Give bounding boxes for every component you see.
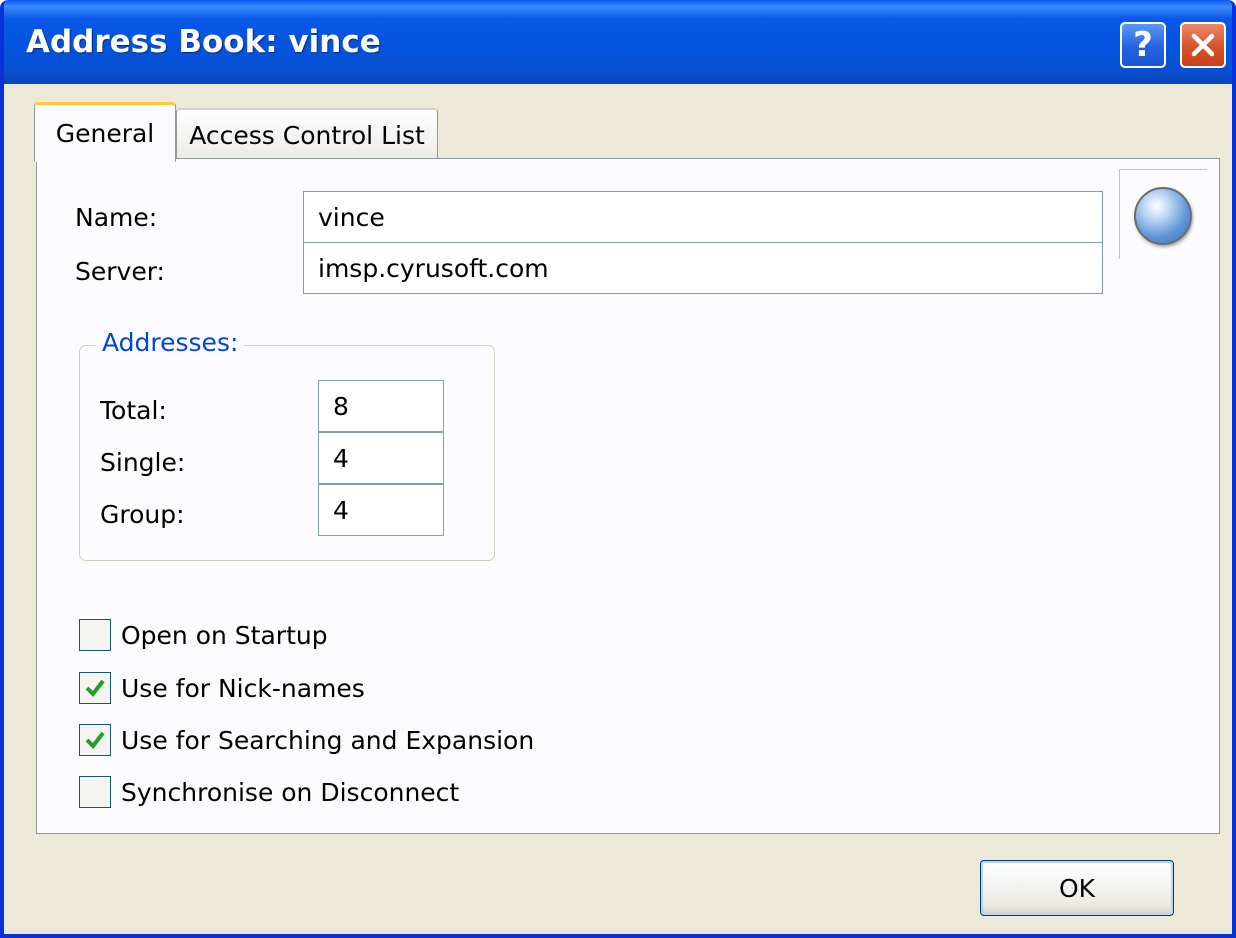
tab-access-control-list[interactable]: Access Control List xyxy=(176,108,438,160)
addresses-group: Addresses: Total: 8 Single: 4 Group: 4 xyxy=(79,328,495,561)
open-on-startup-label: Open on Startup xyxy=(121,620,328,650)
close-icon xyxy=(1191,33,1215,57)
single-count-value: 4 xyxy=(333,443,349,473)
open-on-startup-checkbox[interactable] xyxy=(79,619,111,651)
synchronise-on-disconnect-label: Synchronise on Disconnect xyxy=(121,777,460,807)
help-button[interactable]: ? xyxy=(1120,22,1166,68)
name-label: Name: xyxy=(75,203,158,232)
total-count-field: 8 xyxy=(318,380,444,432)
address-book-dialog: Address Book: vince ? General Access Con… xyxy=(0,0,1236,938)
checkmark-icon xyxy=(85,679,105,698)
general-tab-panel: Name: vince Server: imsp.cyrusoft.com Ad… xyxy=(36,158,1220,834)
use-for-searching-option[interactable]: Use for Searching and Expansion xyxy=(79,724,534,756)
tab-general[interactable]: General xyxy=(34,102,176,162)
ok-button-label: OK xyxy=(1058,873,1096,903)
checkmark-icon xyxy=(85,731,105,750)
use-for-nicknames-checkbox[interactable] xyxy=(79,672,111,704)
use-for-nicknames-option[interactable]: Use for Nick-names xyxy=(79,672,365,704)
use-for-nicknames-label: Use for Nick-names xyxy=(121,673,365,703)
window-title: Address Book: vince xyxy=(26,24,381,60)
use-for-searching-label: Use for Searching and Expansion xyxy=(121,725,535,755)
group-count-field: 4 xyxy=(318,484,444,536)
tab-access-control-list-label: Access Control List xyxy=(189,120,425,150)
use-for-searching-checkbox[interactable] xyxy=(79,724,111,756)
group-count-value: 4 xyxy=(333,495,349,525)
close-button[interactable] xyxy=(1180,22,1226,68)
server-value: imsp.cyrusoft.com xyxy=(318,253,549,283)
help-icon: ? xyxy=(1133,25,1153,65)
total-label: Total: xyxy=(100,396,167,425)
synchronise-on-disconnect-option[interactable]: Synchronise on Disconnect xyxy=(79,776,459,808)
ok-button[interactable]: OK xyxy=(980,860,1174,916)
tab-general-label: General xyxy=(55,119,155,148)
open-on-startup-option[interactable]: Open on Startup xyxy=(79,619,328,651)
name-value: vince xyxy=(318,202,385,232)
total-count-value: 8 xyxy=(333,391,349,421)
group-label: Group: xyxy=(100,500,185,529)
title-bar[interactable]: Address Book: vince ? xyxy=(4,0,1232,84)
single-label: Single: xyxy=(100,448,186,477)
address-book-icon-frame xyxy=(1119,169,1207,259)
server-field[interactable]: imsp.cyrusoft.com xyxy=(303,242,1103,294)
synchronise-on-disconnect-checkbox[interactable] xyxy=(79,776,111,808)
globe-icon xyxy=(1134,187,1192,245)
single-count-field: 4 xyxy=(318,432,444,484)
name-field[interactable]: vince xyxy=(303,191,1103,243)
addresses-group-title: Addresses: xyxy=(96,328,245,357)
server-label: Server: xyxy=(75,257,165,286)
